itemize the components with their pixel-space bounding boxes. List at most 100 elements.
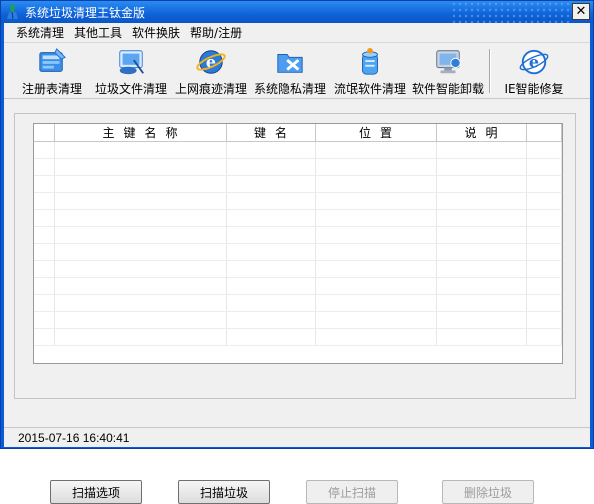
window-title: 系统垃圾清理王钛金版	[25, 6, 146, 20]
table-cell	[315, 141, 437, 159]
table-cell	[526, 192, 562, 210]
table-row[interactable]	[34, 328, 562, 346]
table-cell	[315, 311, 437, 329]
table-cell	[226, 209, 316, 227]
menu-bar: 系统清理 其他工具 软件换肤 帮助/注册	[4, 23, 590, 43]
table-cell	[54, 226, 227, 244]
status-datetime: 2015-07-16 16:40:41	[18, 431, 130, 445]
table-cell	[54, 311, 227, 329]
junk-file-cleanup-button[interactable]: 垃圾文件清理	[92, 45, 170, 97]
scan-options-button[interactable]: 扫描选项	[50, 480, 142, 504]
column-header-blank[interactable]	[34, 124, 55, 142]
ie-repair-button[interactable]: e IE智能修复	[501, 45, 567, 97]
internet-traces-label: 上网痕迹清理	[174, 82, 247, 96]
table-cell	[226, 260, 316, 278]
table-cell	[54, 158, 227, 176]
status-bar: 2015-07-16 16:40:41	[4, 427, 590, 447]
table-cell	[34, 141, 55, 159]
client-area: 系统清理 其他工具 软件换肤 帮助/注册 注册表清理 垃圾文件清理 e 上网痕迹…	[4, 23, 590, 504]
table-cell	[526, 311, 562, 329]
title-bar-decoration	[451, 1, 571, 23]
table-cell	[34, 243, 55, 261]
close-button[interactable]: ✕	[572, 3, 590, 20]
toolbar-separator	[489, 49, 491, 93]
results-table-frame[interactable]: 主键名称 键名 位置 说明	[33, 123, 563, 364]
privacy-cleanup-button[interactable]: 系统隐私清理	[251, 45, 329, 97]
table-cell	[54, 141, 227, 159]
table-cell	[54, 260, 227, 278]
table-cell	[34, 311, 55, 329]
table-cell	[226, 141, 316, 159]
table-cell	[34, 328, 55, 346]
column-header-location[interactable]: 位置	[315, 124, 437, 142]
table-cell	[526, 260, 562, 278]
table-cell	[315, 158, 437, 176]
scan-junk-button[interactable]: 扫描垃圾	[178, 480, 270, 504]
registry-cleanup-label: 注册表清理	[21, 82, 82, 96]
table-cell	[315, 294, 437, 312]
menu-help-register[interactable]: 帮助/注册	[185, 24, 247, 41]
junk-file-cleanup-icon	[119, 50, 144, 75]
table-cell	[226, 192, 316, 210]
results-table: 主键名称 键名 位置 说明	[34, 124, 562, 346]
column-header-key-name[interactable]: 键名	[226, 124, 316, 142]
table-cell	[526, 141, 562, 159]
table-cell	[34, 158, 55, 176]
registry-cleanup-button[interactable]: 注册表清理	[20, 45, 84, 97]
table-cell	[226, 277, 316, 295]
smart-uninstall-icon	[436, 50, 461, 74]
table-cell	[526, 209, 562, 227]
table-cell	[315, 175, 437, 193]
table-row[interactable]	[34, 260, 562, 278]
table-cell	[436, 158, 527, 176]
table-row[interactable]	[34, 277, 562, 295]
table-cell	[436, 192, 527, 210]
table-cell	[315, 192, 437, 210]
column-header-filler	[526, 124, 562, 142]
internet-traces-button[interactable]: e 上网痕迹清理	[172, 45, 250, 97]
table-cell	[226, 243, 316, 261]
table-cell	[54, 294, 227, 312]
table-row[interactable]	[34, 192, 562, 210]
table-cell	[54, 175, 227, 193]
rogue-software-button[interactable]: 流氓软件清理	[331, 45, 409, 97]
title-bar[interactable]: 系统垃圾清理王钛金版 ✕	[1, 1, 593, 23]
table-row[interactable]	[34, 175, 562, 193]
table-cell	[436, 294, 527, 312]
table-row[interactable]	[34, 243, 562, 261]
table-cell	[34, 294, 55, 312]
table-cell	[34, 209, 55, 227]
menu-other-tools[interactable]: 其他工具	[69, 24, 127, 41]
toolbar: 注册表清理 垃圾文件清理 e 上网痕迹清理 系统隐私清理 流氓软件清理 软件智能…	[4, 43, 590, 99]
menu-skin[interactable]: 软件换肤	[127, 24, 185, 41]
table-cell	[526, 226, 562, 244]
table-row[interactable]	[34, 226, 562, 244]
table-row[interactable]	[34, 158, 562, 176]
table-row[interactable]	[34, 294, 562, 312]
table-cell	[436, 175, 527, 193]
column-header-description[interactable]: 说明	[436, 124, 527, 142]
table-cell	[54, 209, 227, 227]
privacy-cleanup-icon	[277, 54, 303, 73]
smart-uninstall-button[interactable]: 软件智能卸载	[409, 45, 487, 97]
table-row[interactable]	[34, 311, 562, 329]
table-cell	[226, 294, 316, 312]
table-row[interactable]	[34, 141, 562, 159]
table-cell	[436, 141, 527, 159]
column-header-main-key-name[interactable]: 主键名称	[54, 124, 227, 142]
junk-file-cleanup-label: 垃圾文件清理	[94, 82, 167, 96]
table-cell	[436, 277, 527, 295]
menu-system-cleanup[interactable]: 系统清理	[4, 24, 69, 41]
rogue-software-label: 流氓软件清理	[333, 82, 406, 96]
table-cell	[436, 243, 527, 261]
stop-scan-button[interactable]: 停止扫描	[306, 480, 398, 504]
table-cell	[54, 192, 227, 210]
table-cell	[54, 277, 227, 295]
table-cell	[526, 277, 562, 295]
table-cell	[526, 243, 562, 261]
delete-junk-button[interactable]: 删除垃圾	[442, 480, 534, 504]
table-row[interactable]	[34, 209, 562, 227]
table-cell	[34, 226, 55, 244]
table-cell	[34, 277, 55, 295]
main-window: 系统垃圾清理王钛金版 ✕ 系统清理 其他工具 软件换肤 帮助/注册 注册表清理	[0, 0, 594, 504]
